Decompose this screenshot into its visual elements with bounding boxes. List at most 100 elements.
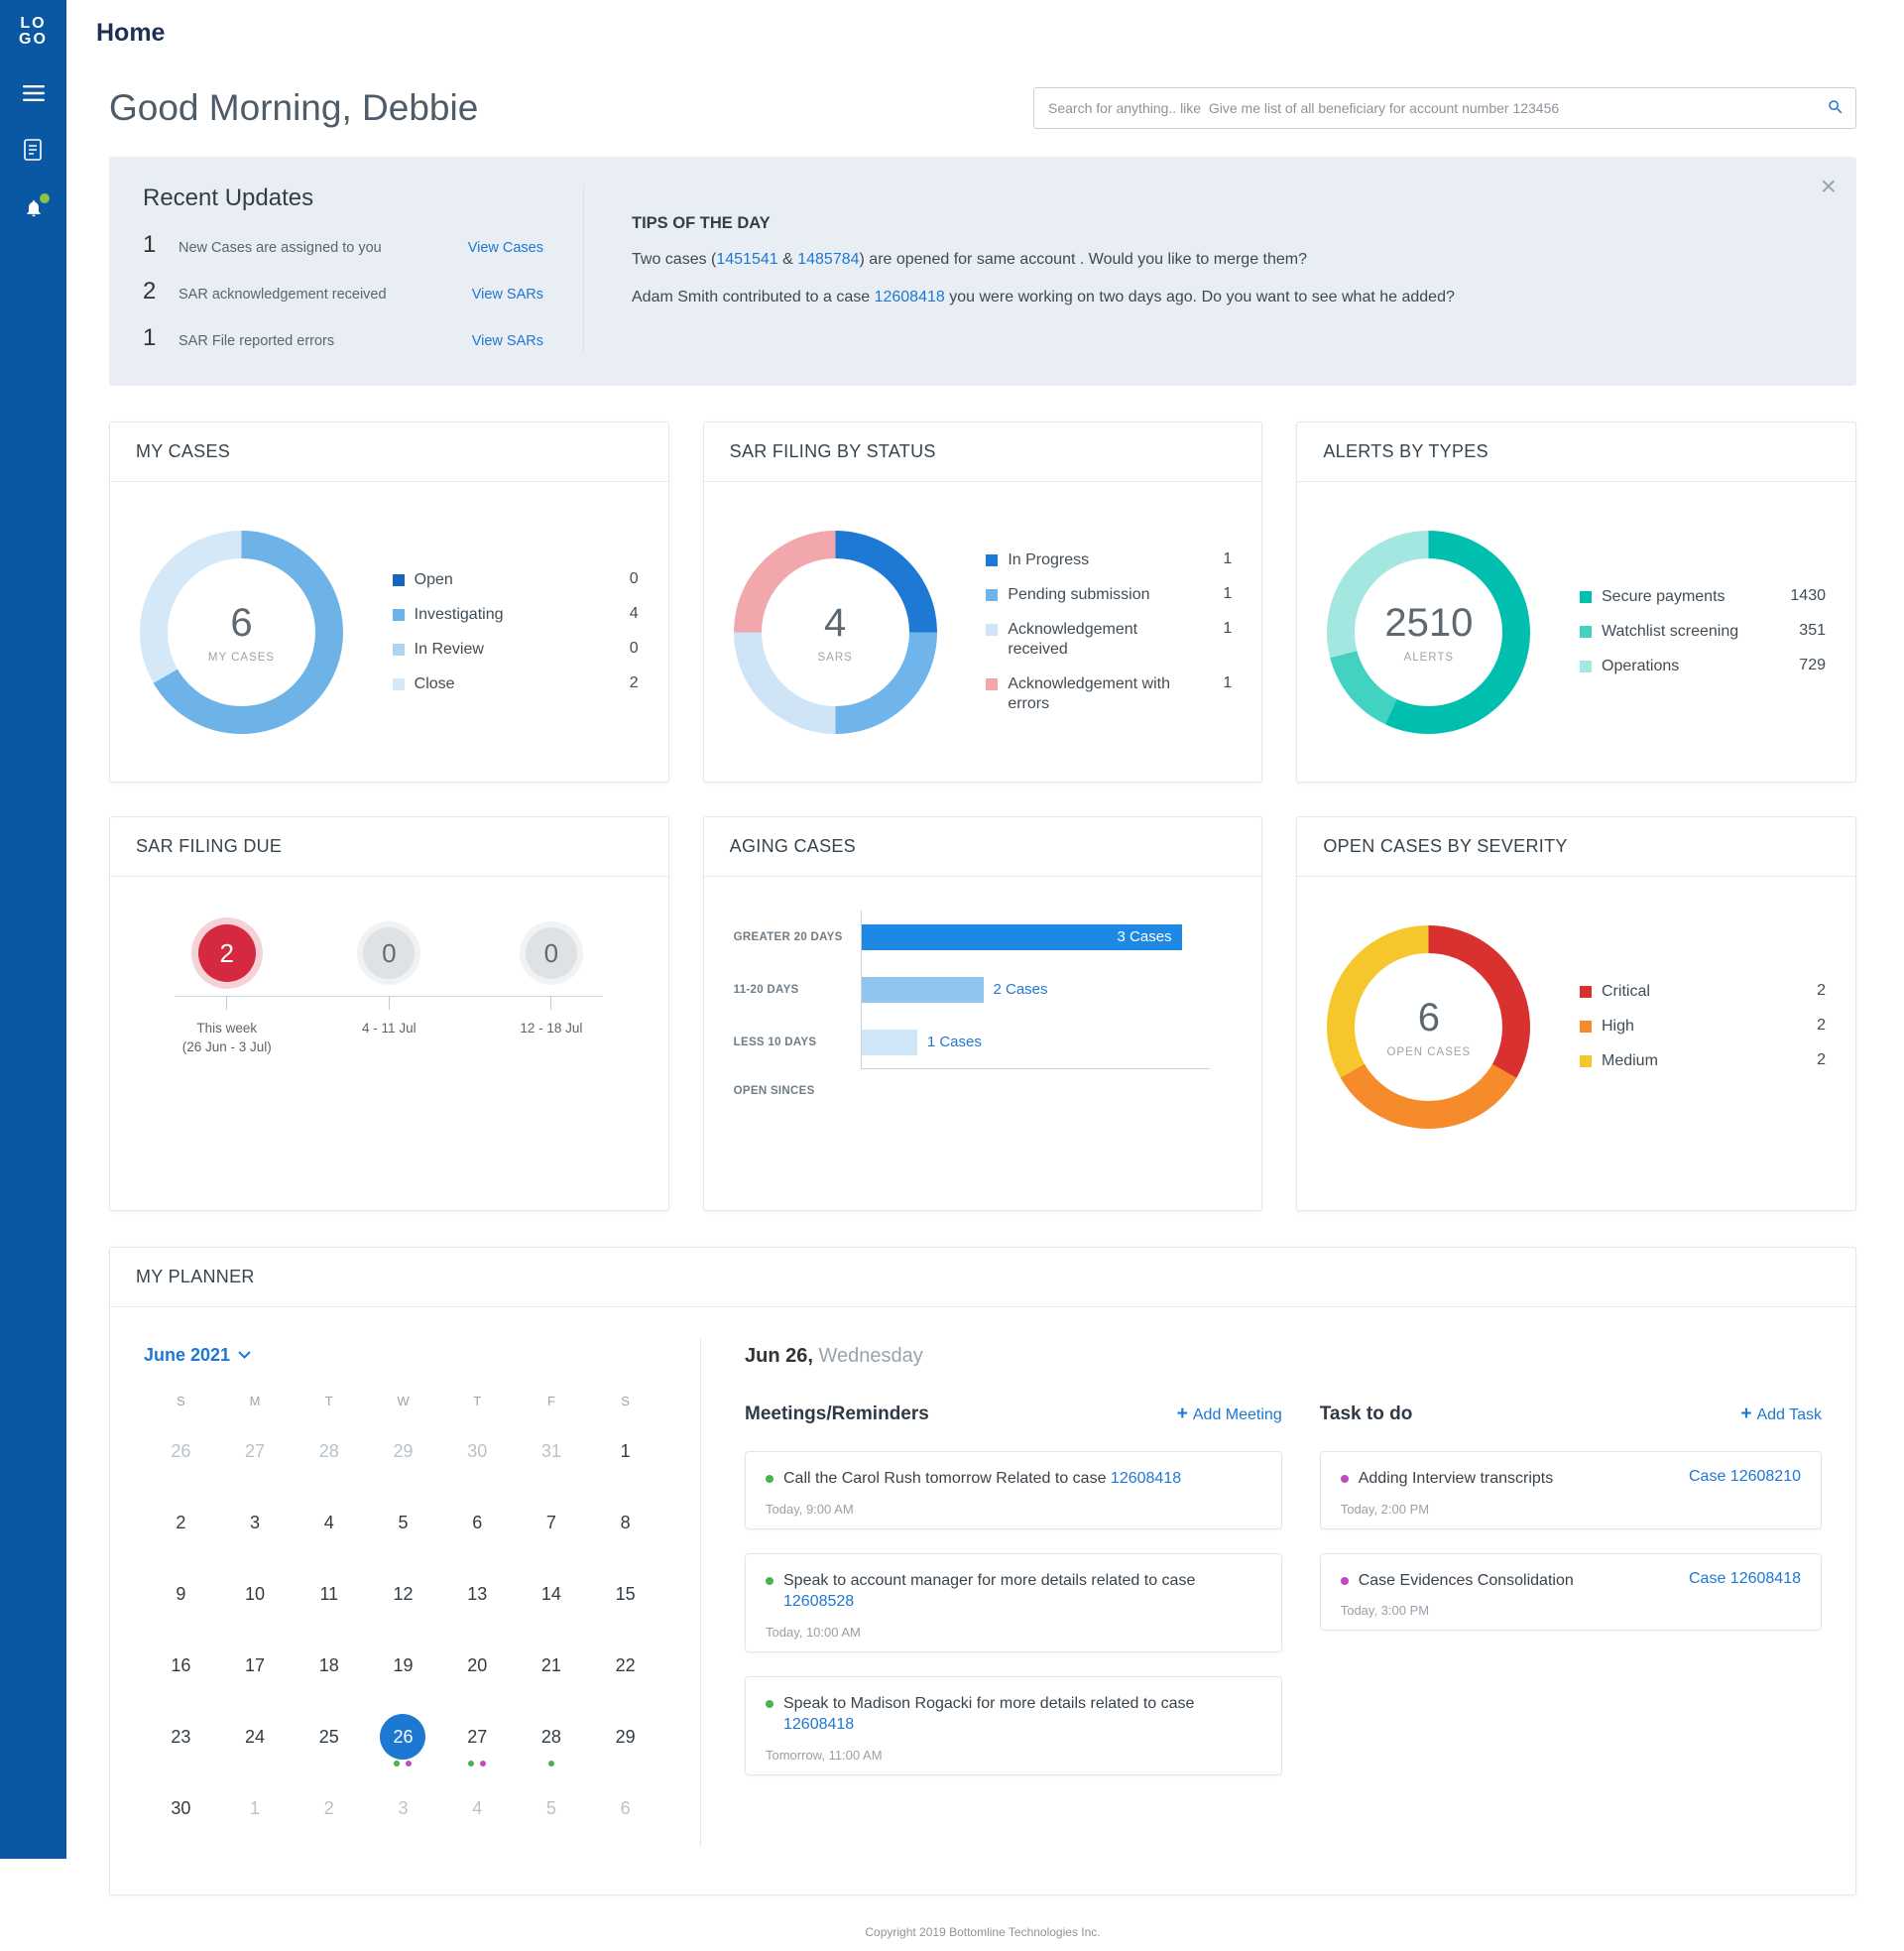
legend-value: 1: [1188, 620, 1232, 638]
legend-label: Acknowledgement received: [1008, 620, 1188, 660]
calendar-day[interactable]: 31: [515, 1418, 589, 1490]
view-sars-link[interactable]: View SARs: [472, 333, 543, 349]
close-icon[interactable]: ×: [1821, 173, 1837, 200]
calendar-day[interactable]: 22: [588, 1633, 662, 1704]
calendar-day[interactable]: 26: [144, 1418, 218, 1490]
my-planner-card: MY PLANNER June 2021 SMTWTFS 26272829303…: [109, 1247, 1856, 1895]
calendar-day[interactable]: 12: [366, 1561, 440, 1633]
calendar-day[interactable]: 2: [292, 1775, 366, 1847]
legend-swatch: [1580, 1055, 1592, 1067]
legend-value: 2: [1782, 1017, 1826, 1035]
case-link[interactable]: 12608418: [783, 1716, 854, 1733]
alerts-legend: Secure payments1430Watchlist screening35…: [1580, 572, 1826, 691]
calendar-day[interactable]: 7: [515, 1490, 589, 1561]
app-logo[interactable]: LO GO: [19, 16, 48, 48]
calendar-day[interactable]: 19: [366, 1633, 440, 1704]
calendar-day[interactable]: 20: [440, 1633, 515, 1704]
case-link[interactable]: Case 12608418: [1689, 1570, 1801, 1592]
legend-item: Acknowledgement with errors1: [986, 674, 1232, 714]
card-title: SAR FILING DUE: [136, 836, 643, 857]
card-title: ALERTS BY TYPES: [1323, 441, 1830, 462]
calendar-day[interactable]: 16: [144, 1633, 218, 1704]
item-time: Today, 2:00 PM: [1341, 1502, 1801, 1517]
calendar-day-headers: SMTWTFS: [144, 1394, 662, 1408]
dashboard-cards: MY CASES 6 MY CASES Open0Investigating4I…: [109, 422, 1856, 1211]
donut-center-value: 6: [230, 601, 252, 646]
case-link[interactable]: 12608528: [783, 1593, 854, 1610]
case-link[interactable]: 1485784: [797, 251, 859, 268]
notifications-icon[interactable]: [22, 196, 46, 220]
item-time: Today, 3:00 PM: [1341, 1603, 1801, 1618]
calendar-day[interactable]: 1: [218, 1775, 293, 1847]
view-sars-link[interactable]: View SARs: [472, 287, 543, 303]
calendar-day[interactable]: 4: [292, 1490, 366, 1561]
calendar-day[interactable]: 24: [218, 1704, 293, 1775]
calendar-day[interactable]: 5: [366, 1490, 440, 1561]
calendar-day[interactable]: 13: [440, 1561, 515, 1633]
calendar-day[interactable]: 29: [366, 1418, 440, 1490]
update-count: 1: [143, 231, 178, 259]
due-period[interactable]: 0 12 - 18 Jul: [470, 911, 633, 1057]
calendar-day[interactable]: 25: [292, 1704, 366, 1775]
due-period[interactable]: 0 4 - 11 Jul: [308, 911, 471, 1057]
calendar-day[interactable]: 2: [144, 1490, 218, 1561]
calendar-day[interactable]: 3: [366, 1775, 440, 1847]
cases-icon[interactable]: [22, 139, 46, 163]
calendar-day[interactable]: 17: [218, 1633, 293, 1704]
calendar-day[interactable]: 26: [366, 1704, 440, 1775]
calendar-day[interactable]: 14: [515, 1561, 589, 1633]
task-item[interactable]: Adding Interview transcriptsCase 1260821…: [1320, 1451, 1822, 1529]
calendar-day[interactable]: 28: [515, 1704, 589, 1775]
calendar-day[interactable]: 23: [144, 1704, 218, 1775]
calendar-day[interactable]: 4: [440, 1775, 515, 1847]
legend-label: Watchlist screening: [1602, 622, 1782, 642]
view-cases-link[interactable]: View Cases: [468, 240, 543, 256]
task-item[interactable]: Case Evidences ConsolidationCase 1260841…: [1320, 1553, 1822, 1632]
calendar-day[interactable]: 6: [588, 1775, 662, 1847]
menu-icon[interactable]: [22, 81, 46, 105]
calendar-day[interactable]: 11: [292, 1561, 366, 1633]
calendar-day[interactable]: 27: [440, 1704, 515, 1775]
add-task-button[interactable]: +Add Task: [1740, 1403, 1822, 1425]
plus-icon: +: [1740, 1403, 1751, 1424]
month-selector[interactable]: June 2021: [144, 1345, 251, 1366]
due-period[interactable]: 2 This week (26 Jun - 3 Jul): [146, 911, 308, 1057]
calendar-day[interactable]: 30: [440, 1418, 515, 1490]
case-link[interactable]: 12608418: [1111, 1470, 1181, 1487]
bar-value-label: 1 Cases: [927, 1034, 982, 1050]
calendar-day[interactable]: 5: [515, 1775, 589, 1847]
calendar-day[interactable]: 21: [515, 1633, 589, 1704]
search-input[interactable]: [1033, 87, 1856, 129]
search-icon[interactable]: [1827, 98, 1844, 121]
sar-status-card: SAR FILING BY STATUS 4 SARS In Progress1…: [703, 422, 1263, 783]
calendar-day[interactable]: 1: [588, 1418, 662, 1490]
add-meeting-button[interactable]: +Add Meeting: [1177, 1403, 1282, 1425]
case-link[interactable]: 1451541: [716, 251, 777, 268]
calendar-day[interactable]: 8: [588, 1490, 662, 1561]
calendar-day[interactable]: 27: [218, 1418, 293, 1490]
legend-swatch: [1580, 661, 1592, 672]
legend-item: Operations729: [1580, 657, 1826, 676]
meeting-item[interactable]: Call the Carol Rush tomorrow Related to …: [745, 1451, 1282, 1529]
item-time: Today, 9:00 AM: [766, 1502, 1261, 1517]
meeting-item[interactable]: Speak to account manager for more detail…: [745, 1553, 1282, 1652]
calendar-day[interactable]: 30: [144, 1775, 218, 1847]
case-link[interactable]: Case 12608210: [1689, 1468, 1801, 1490]
calendar-day[interactable]: 18: [292, 1633, 366, 1704]
calendar-day[interactable]: 9: [144, 1561, 218, 1633]
calendar-day[interactable]: 29: [588, 1704, 662, 1775]
legend-swatch: [986, 554, 998, 566]
calendar-day[interactable]: 6: [440, 1490, 515, 1561]
legend-label: Close: [415, 674, 595, 694]
legend-label: In Review: [415, 640, 595, 660]
legend-label: Open: [415, 570, 595, 590]
calendar-day[interactable]: 10: [218, 1561, 293, 1633]
meeting-item[interactable]: Speak to Madison Rogacki for more detail…: [745, 1676, 1282, 1775]
calendar-day[interactable]: 28: [292, 1418, 366, 1490]
copyright-text: Copyright 2019 Bottomline Technologies I…: [865, 1925, 1100, 1939]
card-title: MY CASES: [136, 441, 643, 462]
calendar-day[interactable]: 15: [588, 1561, 662, 1633]
item-time: Tomorrow, 11:00 AM: [766, 1748, 1261, 1763]
case-link[interactable]: 12608418: [875, 289, 945, 305]
calendar-day[interactable]: 3: [218, 1490, 293, 1561]
